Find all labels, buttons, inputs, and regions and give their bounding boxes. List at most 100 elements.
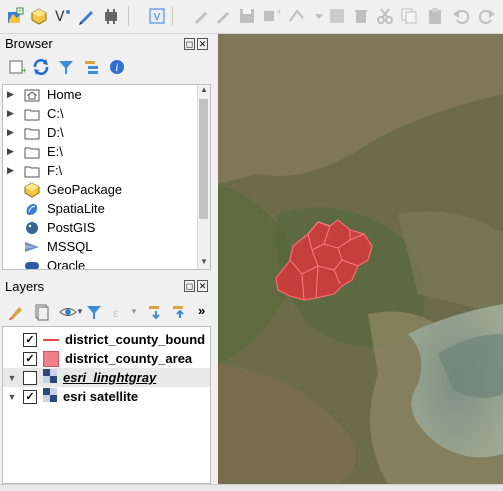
browser-panel: Browser ◻ ✕ + i ▶ Home ▶ C:\ ▶ D:\ ▶ E:\…	[0, 34, 216, 272]
oracle-icon	[23, 258, 41, 269]
fill-symbol-icon	[43, 350, 59, 367]
filter-icon[interactable]	[56, 57, 76, 77]
browser-item-label: GeoPackage	[47, 182, 123, 197]
expand-arrow-icon[interactable]: ▼	[3, 373, 21, 383]
vector-edit-icon[interactable]: V	[146, 5, 168, 27]
float-panel-icon[interactable]: ◻	[184, 280, 195, 292]
expand-arrow-icon[interactable]: ▶	[7, 146, 19, 157]
layer-visibility-checkbox[interactable]	[23, 370, 37, 385]
browser-item-f-drive[interactable]: ▶ F:\	[3, 161, 210, 180]
main-toolbar: + V V +	[0, 0, 503, 34]
expand-arrow-icon[interactable]: ▶	[7, 127, 19, 138]
expand-arrow-icon[interactable]: ▶	[7, 165, 19, 176]
browser-item-label: C:\	[47, 106, 64, 121]
browser-item-oracle[interactable]: Oracle	[3, 256, 210, 269]
browser-panel-controls: ◻ ✕	[184, 38, 208, 50]
style-manager-icon[interactable]	[6, 302, 26, 322]
browser-item-label: E:\	[47, 144, 63, 159]
add-vector-layer-icon[interactable]: +	[4, 5, 26, 27]
save-edits-icon[interactable]	[236, 5, 258, 27]
delete-selected-icon[interactable]	[350, 5, 372, 27]
browser-item-postgis[interactable]: PostGIS	[3, 218, 210, 237]
folder-icon	[23, 144, 41, 160]
scroll-down-icon[interactable]: ▼	[198, 257, 210, 269]
collapse-all-icon[interactable]	[82, 57, 102, 77]
redo-icon[interactable]	[476, 5, 498, 27]
add-group-icon[interactable]	[32, 302, 52, 322]
refresh-icon[interactable]	[31, 57, 51, 77]
add-selected-layers-icon[interactable]: +	[7, 57, 27, 77]
svg-text:i: i	[115, 63, 118, 74]
layer-item-district-county-bound[interactable]: ✓ district_county_bound	[3, 330, 210, 349]
postgis-icon	[23, 220, 41, 236]
toggle-editing-icon[interactable]	[190, 5, 212, 27]
layers-tree: ✓ district_county_bound ✓ district_count…	[2, 326, 211, 484]
paste-features-icon[interactable]	[424, 5, 446, 27]
browser-item-d-drive[interactable]: ▶ D:\	[3, 123, 210, 142]
float-panel-icon[interactable]: ◻	[184, 38, 195, 50]
layer-label: esri satellite	[63, 389, 139, 404]
info-icon[interactable]: i	[107, 57, 127, 77]
dropdown-arrow-icon[interactable]: ▼	[130, 307, 138, 316]
mssql-icon	[23, 239, 41, 255]
browser-item-spatialite[interactable]: SpatiaLite	[3, 199, 210, 218]
folder-icon	[23, 106, 41, 122]
filter-expression-icon[interactable]: ε	[110, 302, 130, 322]
browser-tree: ▶ Home ▶ C:\ ▶ D:\ ▶ E:\ ▶ F:\ GeoPackag…	[2, 84, 211, 270]
collapse-all-icon[interactable]	[170, 302, 190, 322]
browser-item-home[interactable]: ▶ Home	[3, 85, 210, 104]
dropdown-arrow-icon[interactable]: ▼	[76, 307, 84, 316]
folder-icon	[23, 125, 41, 141]
copy-features-icon[interactable]	[398, 5, 420, 27]
browser-panel-title: Browser	[5, 36, 53, 51]
more-tools-icon[interactable]: »	[198, 303, 205, 318]
add-vector-icon[interactable]: V	[52, 5, 74, 27]
raster-tile-icon	[43, 369, 57, 386]
scroll-up-icon[interactable]: ▲	[198, 85, 210, 97]
filter-legend-icon[interactable]	[84, 302, 104, 322]
vertex-tool-icon[interactable]	[286, 5, 308, 27]
undo-icon[interactable]	[450, 5, 472, 27]
layer-item-esri-linghtgray[interactable]: ▼ esri_linghtgray	[3, 368, 210, 387]
layer-visibility-checkbox[interactable]: ✓	[23, 389, 37, 404]
expand-arrow-icon[interactable]: ▶	[7, 89, 19, 100]
svg-text:ε: ε	[113, 306, 119, 320]
layers-panel-title: Layers	[5, 279, 45, 294]
layer-label: esri_linghtgray	[63, 370, 157, 385]
scroll-thumb[interactable]	[199, 99, 208, 219]
layer-item-district-county-area[interactable]: ✓ district_county_area	[3, 349, 210, 368]
manage-visibility-icon[interactable]	[58, 302, 78, 322]
plugin-icon[interactable]	[100, 5, 122, 27]
browser-item-label: D:\	[47, 125, 64, 140]
digitize-icon[interactable]	[76, 5, 98, 27]
modify-attributes-icon[interactable]	[326, 5, 348, 27]
browser-item-geopackage[interactable]: GeoPackage	[3, 180, 210, 199]
svg-text:V: V	[55, 9, 65, 25]
line-symbol-icon	[43, 338, 59, 341]
expand-arrow-icon[interactable]: ▶	[7, 108, 19, 119]
layer-item-esri-satellite[interactable]: ▼ ✓ esri satellite	[3, 387, 210, 406]
home-folder-icon	[23, 87, 41, 103]
layers-panel: Layers ◻ ✕ ▼ ε ▼ » ✓ district_county_bou…	[0, 274, 216, 484]
folder-icon	[23, 163, 41, 179]
browser-item-label: PostGIS	[47, 220, 96, 235]
svg-text:+: +	[22, 66, 26, 75]
close-panel-icon[interactable]: ✕	[197, 38, 208, 50]
close-panel-icon[interactable]: ✕	[197, 280, 208, 292]
pencil-icon[interactable]	[212, 5, 234, 27]
browser-item-e-drive[interactable]: ▶ E:\	[3, 142, 210, 161]
expand-arrow-icon[interactable]: ▼	[3, 392, 21, 402]
svg-text:V: V	[154, 12, 161, 23]
cut-features-icon[interactable]	[374, 5, 396, 27]
browser-item-c-drive[interactable]: ▶ C:\	[3, 104, 210, 123]
expand-all-icon[interactable]	[146, 302, 166, 322]
layer-visibility-checkbox[interactable]: ✓	[23, 332, 37, 347]
svg-text:+: +	[18, 9, 22, 15]
add-geopackage-icon[interactable]	[28, 5, 50, 27]
browser-item-mssql[interactable]: MSSQL	[3, 237, 210, 256]
layer-visibility-checkbox[interactable]: ✓	[23, 351, 37, 366]
browser-item-label: F:\	[47, 163, 63, 178]
browser-scrollbar[interactable]: ▲ ▼	[197, 85, 210, 269]
map-canvas[interactable]	[218, 34, 503, 484]
add-feature-icon[interactable]: +	[260, 5, 282, 27]
